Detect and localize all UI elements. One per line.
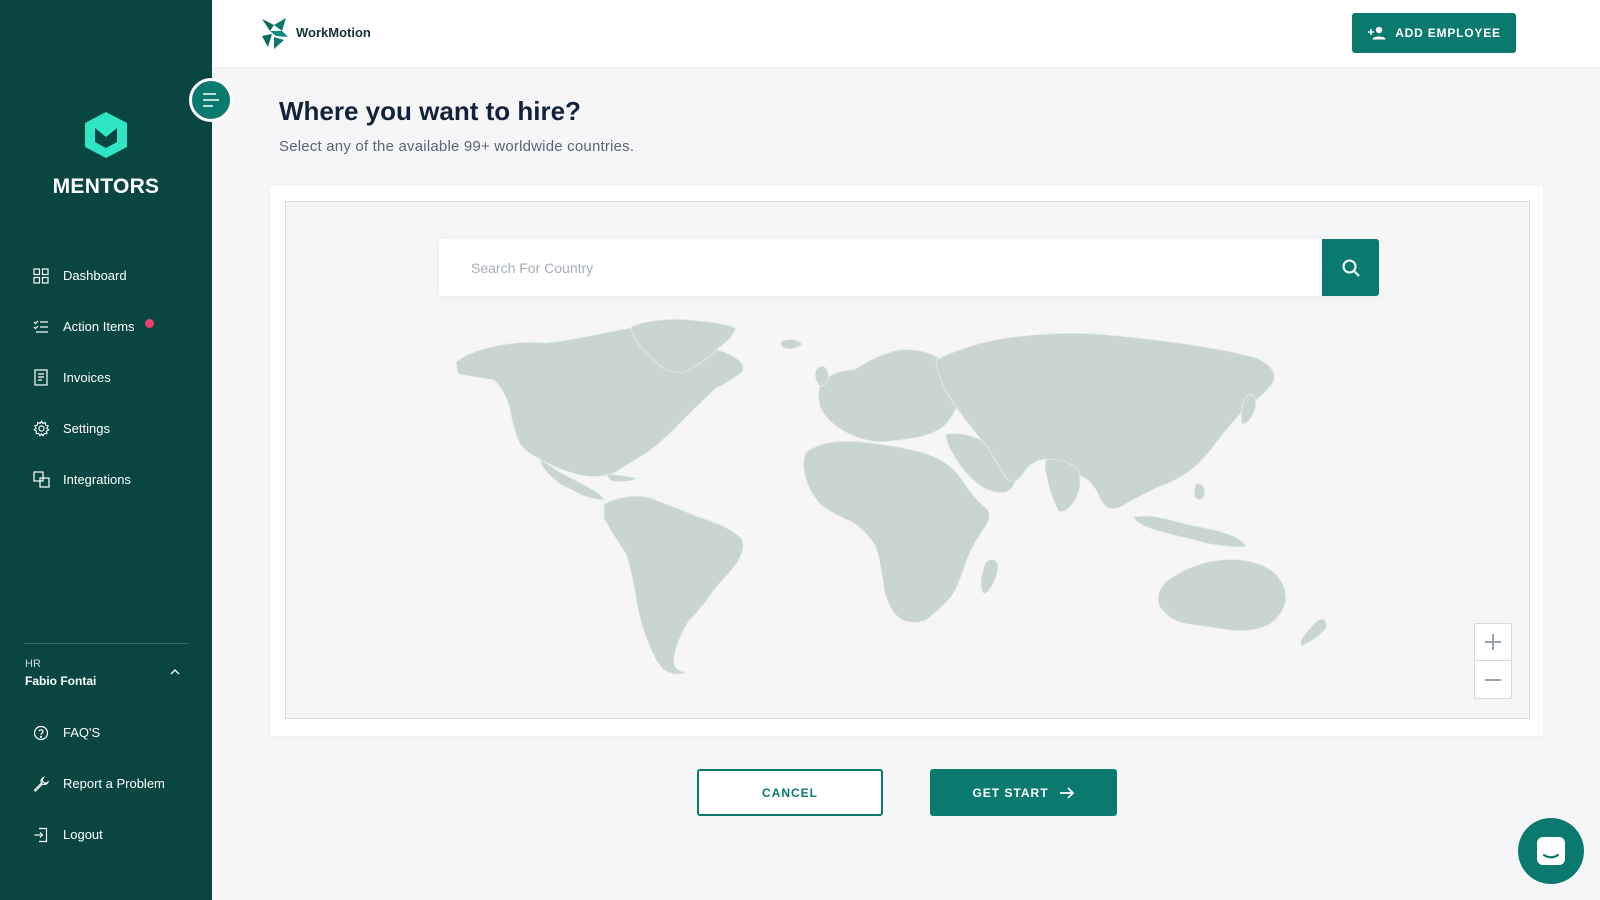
map-region-south-america — [603, 495, 744, 675]
workmotion-logo-icon — [262, 18, 288, 49]
chat-icon — [1537, 837, 1565, 865]
sidebar-item-faqs[interactable]: FAQ'S — [0, 707, 212, 758]
user-role: HR — [25, 658, 41, 670]
sidebar-bottom-nav: FAQ'S Report a Problem Logout — [0, 707, 212, 860]
sidebar-item-dashboard[interactable]: Dashboard — [0, 250, 212, 301]
map-region-uk — [814, 366, 829, 387]
sidebar-item-label: Settings — [63, 421, 110, 436]
wrench-icon — [32, 775, 50, 793]
cancel-label: CANCEL — [762, 785, 818, 800]
arrow-right-icon — [1059, 786, 1074, 799]
sidebar-item-integrations[interactable]: Integrations — [0, 454, 212, 505]
sidebar-toggle-button[interactable] — [189, 78, 233, 122]
chevron-up-icon — [170, 669, 180, 675]
minus-icon — [1485, 678, 1501, 681]
map-region-new-zealand — [1300, 618, 1327, 647]
zoom-out-button[interactable] — [1475, 661, 1511, 698]
map-region-india — [1044, 459, 1081, 512]
map-card — [270, 186, 1543, 736]
sidebar-item-logout[interactable]: Logout — [0, 809, 212, 860]
sidebar-item-label: Dashboard — [63, 268, 127, 283]
add-employee-button[interactable]: ADD EMPLOYEE — [1352, 13, 1516, 53]
invoice-icon — [32, 369, 50, 387]
user-name: Fabio Fontai — [25, 674, 97, 688]
checklist-icon — [32, 318, 50, 336]
map-region-australia — [1157, 559, 1287, 632]
gear-icon — [32, 420, 50, 438]
brand: MENTORS — [0, 110, 212, 199]
sidebar-item-label: Integrations — [63, 472, 131, 487]
top-header: WorkMotion ADD EMPLOYEE — [212, 0, 1600, 67]
sidebar-item-invoices[interactable]: Invoices — [0, 352, 212, 403]
sidebar-item-label: Report a Problem — [63, 776, 165, 791]
search-button[interactable] — [1322, 239, 1379, 296]
sidebar-item-action-items[interactable]: Action Items — [0, 301, 212, 352]
map-region-indonesia — [1133, 515, 1247, 548]
help-circle-icon — [32, 724, 50, 742]
mentors-logo-icon — [85, 112, 127, 158]
user-menu[interactable]: HR Fabio Fontai — [25, 658, 187, 688]
sidebar-item-report-problem[interactable]: Report a Problem — [0, 758, 212, 809]
map-region-africa — [803, 440, 990, 623]
sidebar-item-label: Action Items — [63, 319, 135, 334]
map-region-iceland — [780, 339, 803, 350]
get-start-button[interactable]: GET START — [930, 769, 1117, 816]
sidebar: MENTORS Dashboard Action Items Invoices — [0, 0, 212, 900]
sidebar-item-label: Logout — [63, 827, 103, 842]
sidebar-item-settings[interactable]: Settings — [0, 403, 212, 454]
sidebar-nav: Dashboard Action Items Invoices Settings — [0, 250, 212, 505]
map-region-philippines — [1193, 483, 1205, 500]
workmotion-logo-text: WorkMotion — [296, 25, 371, 40]
get-start-label: GET START — [972, 785, 1049, 800]
page-title: Where you want to hire? — [279, 96, 581, 126]
country-search — [439, 239, 1379, 296]
sidebar-item-label: FAQ'S — [63, 725, 101, 740]
add-user-icon — [1368, 26, 1386, 40]
map-region-caribbean — [605, 474, 637, 482]
search-icon — [1342, 259, 1360, 277]
zoom-in-button[interactable] — [1475, 624, 1511, 661]
sidebar-divider — [24, 643, 189, 644]
country-search-input[interactable] — [439, 239, 1322, 296]
integrations-icon — [32, 471, 50, 489]
world-map-container[interactable] — [285, 201, 1530, 719]
chat-launcher-button[interactable] — [1518, 818, 1584, 884]
add-employee-label: ADD EMPLOYEE — [1395, 26, 1501, 40]
map-zoom-controls — [1474, 623, 1512, 699]
cancel-button[interactable]: CANCEL — [697, 769, 883, 816]
notification-badge — [144, 319, 154, 328]
logout-icon — [32, 826, 50, 844]
grid-icon — [32, 267, 50, 285]
map-region-madagascar — [980, 559, 999, 595]
menu-icon — [203, 93, 219, 107]
sidebar-item-label: Invoices — [63, 370, 111, 385]
plus-icon — [1485, 634, 1501, 650]
page-subtitle: Select any of the available 99+ worldwid… — [279, 138, 635, 155]
workmotion-logo[interactable]: WorkMotion — [260, 16, 371, 49]
brand-name: MENTORS — [52, 175, 160, 198]
